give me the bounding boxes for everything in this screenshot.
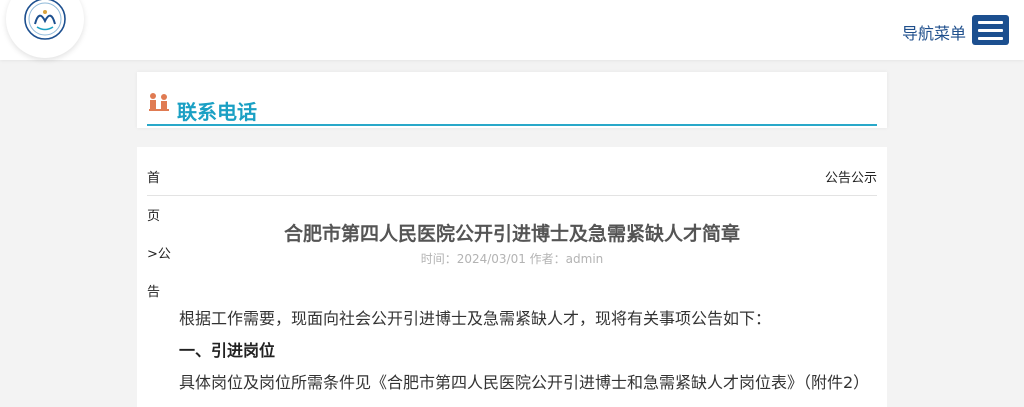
breadcrumb-notice-link[interactable]: 告 <box>147 281 160 300</box>
article-paragraph: 具体岗位及岗位所需条件见《合肥市第四人民医院公开引进博士和急需紧缺人才岗位表》（… <box>179 373 870 392</box>
breadcrumb-home-link[interactable]: 首 <box>147 167 160 186</box>
hospital-logo-icon[interactable] <box>6 0 84 58</box>
menu-bar-line <box>978 28 1003 32</box>
contact-underline <box>147 124 877 126</box>
divider <box>147 195 877 196</box>
people-contact-icon <box>149 93 169 111</box>
top-navigation-bar: 导航菜单 <box>0 0 1024 60</box>
article-section-heading: 一、引进岗位 <box>179 341 276 360</box>
contact-title: 联系电话 <box>177 100 257 124</box>
section-label[interactable]: 公告公示 <box>825 167 877 186</box>
hamburger-menu-icon[interactable] <box>972 15 1009 45</box>
article-card: 首 页 >公 告 公告公示 合肥市第四人民医院公开引进博士及急需紧缺人才简章 时… <box>137 147 887 407</box>
article-title: 合肥市第四人民医院公开引进博士及急需紧缺人才简章 <box>283 223 740 245</box>
menu-bar-line <box>978 36 1003 40</box>
contact-card: 联系电话 <box>137 72 887 128</box>
menu-bar-line <box>978 20 1003 24</box>
article-meta: 时间：2024/03/01 作者：admin <box>420 252 604 266</box>
article-paragraph: 根据工作需要，现面向社会公开引进博士及急需紧缺人才，现将有关事项公告如下： <box>179 309 772 328</box>
navigation-menu-label[interactable]: 导航菜单 <box>902 20 966 44</box>
